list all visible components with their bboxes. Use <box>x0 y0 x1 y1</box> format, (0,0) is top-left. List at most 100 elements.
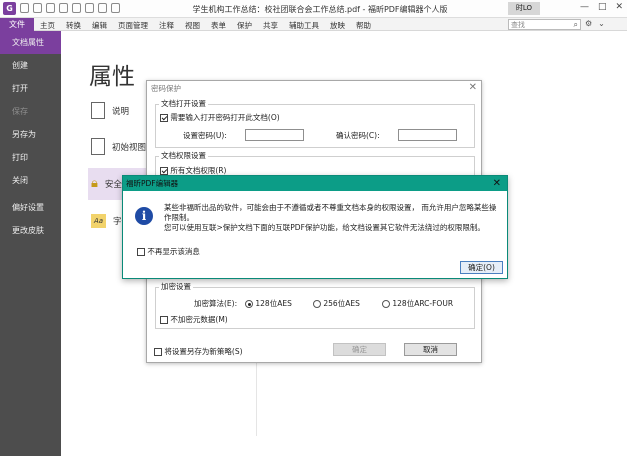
dialog-close-icon[interactable]: ✕ <box>469 82 477 93</box>
alert-message-line-1: 某些非福昕出品的软件，可能会由于不遵循或者不尊重文档本身的权限设置， 而允许用户… <box>164 203 497 222</box>
undo-icon[interactable] <box>85 3 94 13</box>
menu-edit[interactable]: 编辑 <box>92 20 107 31</box>
search-input[interactable]: 查找 ⌕ <box>508 19 581 30</box>
menu-tools: ⚙ ⌄ <box>585 19 605 28</box>
prop-description[interactable]: 说明 <box>91 102 129 119</box>
menu-bar: 文件 主页 转换 编辑 页面管理 注释 视图 表单 保护 共享 辅助工具 放映 … <box>0 18 627 31</box>
search-icon[interactable]: ⌕ <box>574 20 578 30</box>
app-logo-icon: G <box>3 2 16 15</box>
menu-help[interactable]: 帮助 <box>356 20 371 31</box>
menu-protect[interactable]: 保护 <box>237 20 252 31</box>
prop-initial-view[interactable]: 初始视图 <box>91 138 146 155</box>
menu-slideshow[interactable]: 放映 <box>330 20 345 31</box>
algo-aes256-radio[interactable] <box>313 300 321 308</box>
set-password-label: 设置密码(U): <box>183 131 227 140</box>
algorithm-label: 加密算法(E): <box>194 299 238 308</box>
alert-ok-button[interactable]: 确定(O) <box>460 261 503 274</box>
prop-security-label: 安全 <box>104 179 122 190</box>
confirm-password-label: 确认密码(C): <box>336 131 380 140</box>
customize-icon[interactable] <box>111 3 120 13</box>
user-account-button[interactable]: 时LO <box>508 2 540 15</box>
fonts-icon: Aa <box>91 214 106 228</box>
close-button[interactable]: ✕ <box>615 2 623 12</box>
algo-arcfour-label: 128位ARC-FOUR <box>392 299 454 308</box>
menu-organize[interactable]: 页面管理 <box>118 20 148 31</box>
print-icon[interactable] <box>46 3 55 13</box>
nav-document-properties[interactable]: 文档属性 <box>0 31 61 54</box>
nav-save: 保存 <box>12 107 28 116</box>
page-title: 属性 <box>89 64 135 90</box>
nav-print[interactable]: 打印 <box>0 146 61 169</box>
menu-view[interactable]: 视图 <box>185 20 200 31</box>
search-placeholder: 查找 <box>511 21 525 29</box>
require-open-password-checkbox[interactable] <box>160 114 168 122</box>
menu-home[interactable]: 主页 <box>40 20 55 31</box>
menu-file[interactable]: 文件 <box>0 18 34 31</box>
save-as-policy-row[interactable]: 将设置另存为新策略(S) <box>154 346 243 357</box>
set-password-field[interactable] <box>245 129 304 141</box>
lock-icon: 🔒︎ <box>91 176 98 191</box>
prop-description-label: 说明 <box>112 106 130 117</box>
dialog-ok-button[interactable]: 确定 <box>333 343 386 356</box>
maximize-button[interactable]: □ <box>598 2 607 12</box>
save-as-policy-label: 将设置另存为新策略(S) <box>164 347 243 356</box>
encryption-settings-group: 加密设置 加密算法(E): 128位AES 256位AES 128位ARC-FO… <box>155 281 475 329</box>
algo-aes128-option[interactable]: 128位AES <box>245 298 292 309</box>
dont-show-again-checkbox[interactable] <box>137 248 145 256</box>
title-bar: G 学生机构工作总结：校社团联合会工作总结.pdf - 福昕PDF编辑器个人版 … <box>0 0 627 18</box>
require-open-password-row[interactable]: 需要输入打开密码打开此文档(O) <box>160 112 280 123</box>
minimize-button[interactable]: — <box>580 2 589 12</box>
algo-arcfour-option[interactable]: 128位ARC-FOUR <box>382 298 453 309</box>
prop-security[interactable]: 🔒︎ 安全 <box>91 176 122 191</box>
dialog-cancel-button[interactable]: 取消 <box>404 343 457 356</box>
no-encrypt-metadata-label: 不加密元数据(M) <box>170 315 228 324</box>
nav-close[interactable]: 关闭 <box>0 169 61 192</box>
no-encrypt-metadata-checkbox[interactable] <box>160 316 168 324</box>
initial-view-icon <box>91 138 105 155</box>
open-icon[interactable] <box>20 3 29 13</box>
require-open-password-label: 需要输入打开密码打开此文档(O) <box>170 113 280 122</box>
alert-message-line-2: 您可以使用互联>保护文档下面的互联PDF保护功能，给文档设置其它软件无法绕过的权… <box>164 223 485 232</box>
open-settings-label: 文档打开设置 <box>159 98 208 109</box>
chevron-down-icon[interactable]: ⌄ <box>598 19 605 28</box>
save-as-policy-checkbox[interactable] <box>154 348 162 356</box>
permission-settings-label: 文档权限设置 <box>159 150 208 161</box>
save-icon[interactable] <box>33 3 42 13</box>
settings-icon[interactable]: ⚙ <box>585 19 592 28</box>
hand-tool-icon[interactable] <box>72 3 81 13</box>
dont-show-again-label: 不再显示该消息 <box>147 247 200 256</box>
window-title: 学生机构工作总结：校社团联合会工作总结.pdf - 福昕PDF编辑器个人版 <box>192 5 448 14</box>
confirm-password-field[interactable] <box>398 129 457 141</box>
menu-form[interactable]: 表单 <box>211 20 226 31</box>
all-permissions-checkbox[interactable] <box>160 167 168 175</box>
menu-accessibility[interactable]: 辅助工具 <box>289 20 319 31</box>
window-controls: — □ ✕ <box>580 2 623 12</box>
nav-create[interactable]: 创建 <box>0 54 61 77</box>
alert-message: 某些非福昕出品的软件，可能会由于不遵循或者不尊重文档本身的权限设置， 而允许用户… <box>164 203 499 233</box>
menu-items: 主页 转换 编辑 页面管理 注释 视图 表单 保护 共享 辅助工具 放映 帮助 <box>40 20 371 31</box>
nav-save-as[interactable]: 另存为 <box>0 123 61 146</box>
nav-preferences[interactable]: 偏好设置 <box>0 196 61 219</box>
menu-comment[interactable]: 注释 <box>159 20 174 31</box>
info-icon: i <box>135 207 153 225</box>
backstage-nav: 文档属性 创建 打开 保存 另存为 打印 关闭 偏好设置 更改皮肤 <box>0 31 61 456</box>
all-permissions-label: 所有文档权限(R) <box>170 166 227 175</box>
dont-show-again-row[interactable]: 不再显示该消息 <box>137 246 200 257</box>
algo-aes128-radio[interactable] <box>245 300 253 308</box>
algo-arcfour-radio[interactable] <box>382 300 390 308</box>
nav-open[interactable]: 打开 <box>0 77 61 100</box>
menu-share[interactable]: 共享 <box>263 20 278 31</box>
foxit-alert-dialog: 福昕PDF编辑器 ✕ i 某些非福昕出品的软件，可能会由于不遵循或者不尊重文档本… <box>122 175 508 279</box>
algo-aes256-option[interactable]: 256位AES <box>313 298 360 309</box>
no-encrypt-metadata-row[interactable]: 不加密元数据(M) <box>160 314 228 325</box>
encryption-settings-label: 加密设置 <box>159 281 193 292</box>
menu-convert[interactable]: 转换 <box>66 20 81 31</box>
prop-initial-view-label: 初始视图 <box>112 142 147 153</box>
nav-change-skin[interactable]: 更改皮肤 <box>0 219 61 242</box>
algo-aes256-label: 256位AES <box>323 299 360 308</box>
email-icon[interactable] <box>59 3 68 13</box>
dialog-title: 密码保护 <box>151 84 181 93</box>
alert-close-icon[interactable]: ✕ <box>493 176 501 191</box>
redo-icon[interactable] <box>98 3 107 13</box>
algo-aes128-label: 128位AES <box>255 299 292 308</box>
